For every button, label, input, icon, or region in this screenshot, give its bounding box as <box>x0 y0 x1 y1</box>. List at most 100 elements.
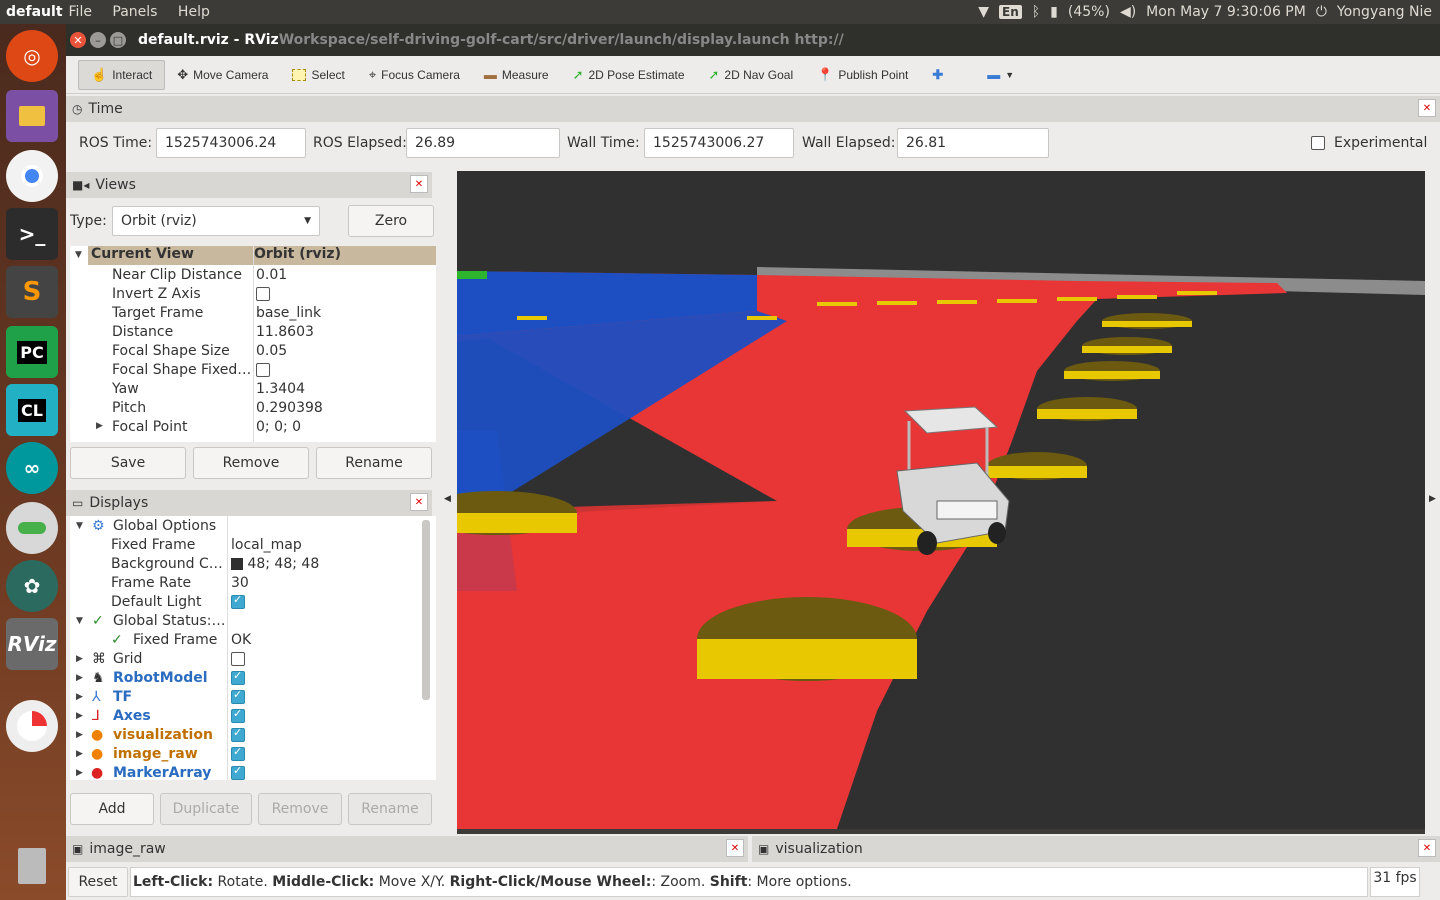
visualization-header: ▣ visualization ✕ <box>752 836 1440 862</box>
chrome-icon[interactable] <box>6 150 58 202</box>
chevron-down-icon: ▼ <box>304 216 311 226</box>
display-row[interactable]: ▶ ⌘ Grid <box>70 649 426 668</box>
robotmodel-checkbox[interactable] <box>231 669 245 685</box>
sublime-icon[interactable]: S <box>6 266 58 318</box>
display-row[interactable]: ▼ ⚙ Global Options <box>70 516 426 535</box>
focal-shape-fixed-checkbox[interactable] <box>256 362 270 377</box>
display-row[interactable]: ▶ ⅃ Axes <box>70 706 426 725</box>
visualization-checkbox[interactable] <box>231 726 245 742</box>
display-row[interactable]: ▶ ● visualization <box>70 725 426 744</box>
ros-time-field[interactable]: 1525743006.24 <box>156 128 306 158</box>
save-view-button[interactable]: Save <box>70 447 186 479</box>
close-time-panel-icon[interactable]: ✕ <box>1418 99 1436 117</box>
display-row[interactable]: ▶ ⅄ TF <box>70 687 426 706</box>
axes-checkbox[interactable] <box>231 707 245 723</box>
remove-view-button[interactable]: Remove <box>193 447 309 479</box>
image-raw-panel: ▣ image_raw ✕ <box>66 834 752 865</box>
rename-view-button[interactable]: Rename <box>316 447 432 479</box>
battery-percent[interactable]: (45%) <box>1068 4 1110 20</box>
display-row[interactable]: Frame Rate 30 <box>70 573 426 592</box>
launcher: ◎ >_ S PC CL ∞ ✿ RViz <box>0 24 66 900</box>
clion-icon[interactable]: CL <box>6 384 58 436</box>
close-icon[interactable]: ✕ <box>70 32 86 48</box>
display-row[interactable]: ▼ ✓ Global Status:… <box>70 611 426 630</box>
focus-camera-tool[interactable]: ⌖ Focus Camera <box>357 60 472 90</box>
display-row[interactable]: Default Light <box>70 592 426 611</box>
visualization-title: visualization <box>775 841 863 857</box>
files-icon[interactable] <box>6 90 58 142</box>
collapse-right-icon[interactable]: ▶ <box>1429 494 1436 504</box>
menu-file[interactable]: File <box>69 4 92 20</box>
map-pin-icon: 📍 <box>817 66 834 82</box>
volume-icon[interactable]: ◀) <box>1120 4 1136 20</box>
arduino-icon[interactable]: ∞ <box>6 442 58 494</box>
add-tool-button[interactable]: ✚ <box>920 60 955 90</box>
display-row[interactable]: ▶ ♞ RobotModel <box>70 668 426 687</box>
remove-tool-button[interactable]: ▬ ▼ <box>975 60 1026 90</box>
display-row[interactable]: ▶ ● MarkerArray <box>70 763 426 780</box>
maximize-icon[interactable]: □ <box>110 32 126 48</box>
pose-estimate-tool[interactable]: ➚ 2D Pose Estimate <box>561 60 697 90</box>
user-icon[interactable]: ⏻ <box>1316 4 1327 20</box>
rename-display-button[interactable]: Rename <box>348 793 432 825</box>
user-name[interactable]: Yongyang Nie <box>1337 4 1432 20</box>
marker-array-checkbox[interactable] <box>231 764 245 780</box>
menu-panels[interactable]: Panels <box>112 4 157 20</box>
publish-point-tool[interactable]: 📍 Publish Point <box>805 60 920 90</box>
remove-display-button[interactable]: Remove <box>258 793 342 825</box>
nav-goal-tool[interactable]: ➚ 2D Nav Goal <box>697 60 806 90</box>
bluetooth-icon[interactable]: ᛒ <box>1032 4 1040 20</box>
view-type-select[interactable]: Orbit (rviz) ▼ <box>112 206 320 236</box>
close-visualization-icon[interactable]: ✕ <box>1418 839 1436 857</box>
trash-icon[interactable] <box>6 840 58 892</box>
experimental-checkbox[interactable] <box>1311 136 1325 150</box>
battery-icon[interactable]: ▮ <box>1050 4 1058 20</box>
image-raw-checkbox[interactable] <box>231 745 245 761</box>
middle-click-key: Middle-Click: <box>272 874 375 890</box>
time-panel-title: Time <box>88 101 123 117</box>
rviz-icon[interactable]: RViz <box>6 618 58 670</box>
wall-elapsed-field[interactable]: 26.81 <box>897 128 1049 158</box>
display-row[interactable]: ✓ Fixed Frame OK <box>70 630 426 649</box>
expand-icon[interactable]: ▶ <box>96 421 103 431</box>
current-view-header[interactable]: Current View Orbit (rviz) <box>88 246 436 265</box>
clock[interactable]: Mon May 7 9:30:06 PM <box>1146 4 1306 20</box>
gear-app-icon[interactable]: ✿ <box>6 560 58 612</box>
left-splitter[interactable]: ◀ <box>438 170 457 834</box>
display-row[interactable]: ▶ ● image_raw <box>70 744 426 763</box>
grid-checkbox[interactable] <box>231 651 245 666</box>
default-light-checkbox[interactable] <box>231 593 245 609</box>
add-display-button[interactable]: Add <box>70 793 154 825</box>
tf-checkbox[interactable] <box>231 688 245 704</box>
pycharm-icon[interactable]: PC <box>6 326 58 378</box>
toggle-app-icon[interactable] <box>6 502 58 554</box>
shift-desc: : More options. <box>747 874 852 890</box>
close-displays-panel-icon[interactable]: ✕ <box>410 493 428 511</box>
clock-icon: ◷ <box>72 102 83 116</box>
ubuntu-dash-icon[interactable]: ◎ <box>6 30 58 82</box>
menu-help[interactable]: Help <box>178 4 210 20</box>
keyboard-indicator[interactable]: En <box>999 5 1022 19</box>
measure-tool[interactable]: ▬ Measure <box>472 60 561 90</box>
right-splitter[interactable]: ▶ <box>1425 170 1440 834</box>
ros-elapsed-field[interactable]: 26.89 <box>406 128 560 158</box>
minimize-icon[interactable]: – <box>90 32 106 48</box>
reset-button[interactable]: Reset <box>68 867 128 897</box>
terminal-icon[interactable]: >_ <box>6 208 58 260</box>
render-viewport[interactable] <box>457 171 1425 829</box>
move-camera-tool[interactable]: ✥ Move Camera <box>165 60 280 90</box>
close-image-raw-icon[interactable]: ✕ <box>726 839 744 857</box>
close-views-panel-icon[interactable]: ✕ <box>410 175 428 193</box>
collapse-left-icon[interactable]: ◀ <box>444 494 451 504</box>
interact-tool[interactable]: ☝ Interact <box>78 59 166 90</box>
display-row[interactable]: Background C… 48; 48; 48 <box>70 554 426 573</box>
zero-button[interactable]: Zero <box>348 205 434 237</box>
invert-z-checkbox[interactable] <box>256 286 270 301</box>
wifi-icon[interactable]: ▼ <box>978 4 989 20</box>
collapse-icon[interactable]: ▼ <box>75 250 82 260</box>
select-tool[interactable]: Select <box>280 60 356 90</box>
duplicate-display-button[interactable]: Duplicate <box>160 793 252 825</box>
disk-usage-icon[interactable] <box>6 700 58 752</box>
wall-time-field[interactable]: 1525743006.27 <box>644 128 794 158</box>
display-row[interactable]: Fixed Frame local_map <box>70 535 426 554</box>
